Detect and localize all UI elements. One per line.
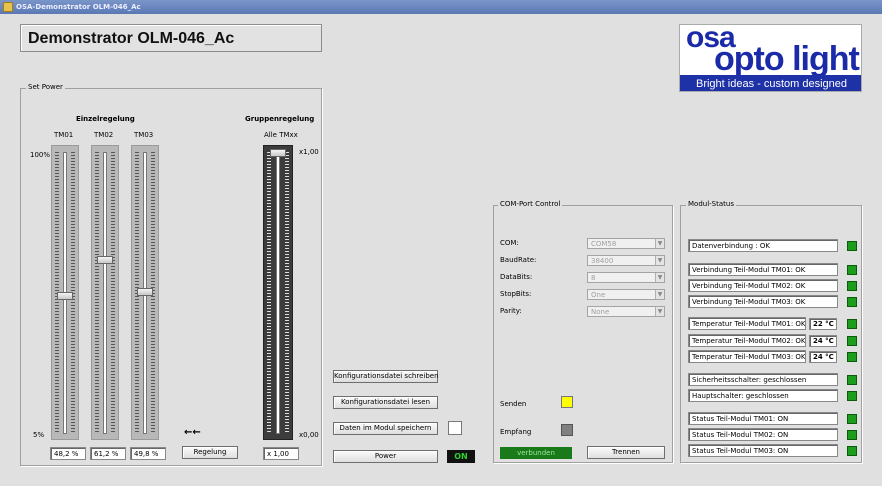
chevron-down-icon: ▼: [655, 290, 664, 299]
set-power-legend: Set Power: [26, 83, 65, 91]
parity-select-value: None: [591, 308, 610, 316]
save-module-checkbox[interactable]: [448, 421, 462, 435]
group-channel-label: Alle TMxx: [264, 131, 298, 139]
channel-label-tm02: TM02: [94, 131, 114, 139]
slider-rail: [276, 152, 280, 434]
group-top-label: x1,00: [299, 148, 319, 156]
slider-tm02[interactable]: [91, 145, 119, 440]
stopbits-label: StopBits:: [500, 290, 532, 298]
parity-label: Parity:: [500, 307, 522, 315]
status-row-text: Verbindung Teil-Modul TM02: OK: [688, 279, 838, 292]
app-icon: [3, 2, 13, 12]
gruppenregelung-heading: Gruppenregelung: [245, 115, 315, 123]
temperature-value: 24 °C: [809, 351, 837, 363]
temperature-value: 22 °C: [809, 318, 837, 330]
page-title: Demonstrator OLM-046_Ac: [20, 24, 322, 52]
channel-label-tm01: TM01: [54, 131, 74, 139]
logo-optolight-text: opto light: [714, 40, 860, 78]
status-led-icon: [847, 265, 857, 275]
connected-status: verbunden: [500, 447, 572, 459]
status-row-text: Verbindung Teil-Modul TM03: OK: [688, 295, 838, 308]
com-label: COM:: [500, 239, 519, 247]
chevron-down-icon: ▼: [655, 256, 664, 265]
window-title: OSA-Demonstrator OLM-046_Ac: [16, 3, 141, 11]
status-led-icon: [847, 446, 857, 456]
value-field-group: x 1,00: [263, 447, 299, 460]
channel-label-tm03: TM03: [134, 131, 154, 139]
regelung-button[interactable]: Regelung: [182, 446, 238, 459]
slider-tm03[interactable]: [131, 145, 159, 440]
temperature-value: 24 °C: [809, 335, 837, 347]
status-row-text: Status Teil-Modul TM02: ON: [688, 428, 838, 441]
einzelregelung-heading: Einzelregelung: [76, 115, 135, 123]
status-row-text: Verbindung Teil-Modul TM01: OK: [688, 263, 838, 276]
arrow-left-icon: ←←: [184, 427, 201, 438]
modul-status-legend: Modul-Status: [686, 200, 736, 208]
slider-ticks: [285, 152, 289, 432]
scale-top-label: 100%: [30, 151, 51, 159]
chevron-down-icon: ▼: [655, 273, 664, 282]
databits-label: DataBits:: [500, 273, 533, 281]
status-led-icon: [847, 430, 857, 440]
databits-select[interactable]: 8 ▼: [587, 272, 665, 283]
logo-tagline: Bright ideas - custom designed: [680, 75, 861, 91]
status-led-icon: [847, 319, 857, 329]
chevron-down-icon: ▼: [655, 307, 664, 316]
status-led-icon: [847, 336, 857, 346]
slider-rail: [103, 152, 107, 434]
write-config-button[interactable]: Konfigurationsdatei schreiben: [333, 370, 439, 383]
send-label: Senden: [500, 400, 527, 408]
status-row-text: Datenverbindung : OK: [688, 239, 838, 252]
slider-thumb-group[interactable]: [270, 149, 286, 157]
status-led-icon: [847, 391, 857, 401]
slider-thumb-tm02[interactable]: [97, 256, 113, 264]
slider-ticks: [95, 152, 99, 432]
slider-tm01[interactable]: [51, 145, 79, 440]
value-field-tm02: 61,2 %: [90, 447, 126, 460]
disconnect-button[interactable]: Trennen: [587, 446, 665, 459]
slider-group[interactable]: [263, 145, 293, 440]
group-bottom-label: x0,00: [299, 431, 319, 439]
value-field-tm01: 48,2 %: [50, 447, 86, 460]
value-field-tm03: 49,8 %: [130, 447, 166, 460]
stopbits-select[interactable]: One ▼: [587, 289, 665, 300]
status-row-text: Temperatur Teil-Modul TM01: OK: [688, 317, 806, 330]
parity-select[interactable]: None ▼: [587, 306, 665, 317]
stopbits-select-value: One: [591, 291, 606, 299]
slider-ticks: [267, 152, 271, 432]
status-led-icon: [847, 375, 857, 385]
slider-ticks: [111, 152, 115, 432]
scale-bottom-label: 5%: [33, 431, 45, 439]
window-titlebar: OSA-Demonstrator OLM-046_Ac: [0, 0, 882, 14]
power-status-indicator: ON: [447, 450, 475, 463]
status-led-icon: [847, 281, 857, 291]
status-led-icon: [847, 414, 857, 424]
status-row-text: Status Teil-Modul TM03: ON: [688, 444, 838, 457]
status-row-text: Status Teil-Modul TM01: ON: [688, 412, 838, 425]
slider-thumb-tm01[interactable]: [57, 292, 73, 300]
receive-indicator: [561, 424, 573, 436]
save-module-button[interactable]: Daten im Modul speichern: [333, 422, 438, 435]
status-led-icon: [847, 241, 857, 251]
com-select-value: COM58: [591, 240, 617, 248]
status-row-text: Temperatur Teil-Modul TM02: OK: [688, 334, 806, 347]
company-logo: osa opto light Bright ideas - custom des…: [679, 24, 862, 92]
status-row-text: Sicherheitsschalter: geschlossen: [688, 373, 838, 386]
status-row-text: Temperatur Teil-Modul TM03: OK: [688, 350, 806, 363]
baudrate-select-value: 38400: [591, 257, 614, 265]
status-row-text: Hauptschalter: geschlossen: [688, 389, 838, 402]
slider-thumb-tm03[interactable]: [137, 288, 153, 296]
chevron-down-icon: ▼: [655, 239, 664, 248]
databits-select-value: 8: [591, 274, 596, 282]
status-led-icon: [847, 352, 857, 362]
com-select[interactable]: COM58 ▼: [587, 238, 665, 249]
com-port-legend: COM-Port Control: [498, 200, 563, 208]
baudrate-label: BaudRate:: [500, 256, 537, 264]
read-config-button[interactable]: Konfigurationsdatei lesen: [333, 396, 438, 409]
power-button[interactable]: Power: [333, 450, 438, 463]
receive-label: Empfang: [500, 428, 532, 436]
baudrate-select[interactable]: 38400 ▼: [587, 255, 665, 266]
status-led-icon: [847, 297, 857, 307]
send-indicator: [561, 396, 573, 408]
